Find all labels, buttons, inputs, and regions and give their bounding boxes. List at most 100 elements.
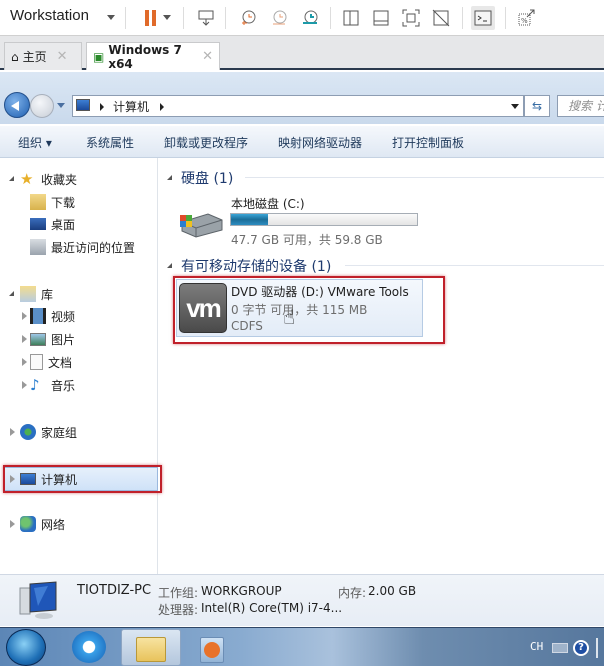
breadcrumb-arrow-icon[interactable] [100,103,104,111]
sidebar-item-recent-places[interactable]: 最近访问的位置 [30,237,135,257]
sidebar-item-favorites[interactable]: ★ 收藏夹 [20,169,77,189]
downloads-folder-icon [30,194,46,210]
workgroup-label: 工作组: [158,586,199,600]
refresh-button[interactable]: ⇆ [524,95,550,117]
computer-name: TIOTDIZ-PC [77,583,152,598]
sidebar-item-downloads[interactable]: 下载 [30,192,75,212]
drive-c-name[interactable]: 本地磁盘 (C:) [231,195,305,212]
sidebar-item-desktop[interactable]: 桌面 [30,214,75,234]
sidebar-item-libraries[interactable]: 库 [20,284,53,304]
uninstall-program-button[interactable]: 卸载或更改程序 [164,134,248,151]
collapse-removable-icon[interactable] [167,263,172,268]
expand-music-icon[interactable] [22,381,27,389]
sidebar-item-computer[interactable]: 计算机 [20,469,77,489]
system-properties-button[interactable]: 系统属性 [86,134,134,151]
processor-label: 处理器: [158,603,199,617]
sidebar-item-pictures[interactable]: 图片 [30,329,75,349]
workstation-menu-caret-icon[interactable] [107,15,115,20]
close-tab-icon[interactable]: ✕ [57,49,68,64]
libraries-icon [20,286,36,302]
group-divider [345,265,604,266]
expand-homegroup-icon[interactable] [10,428,15,436]
group-removable-title[interactable]: 有可移动存储的设备 (1) [181,256,331,276]
back-button[interactable] [4,92,30,118]
search-input[interactable]: 搜索 计 [557,95,604,117]
map-network-drive-button[interactable]: 映射网络驱动器 [278,134,362,151]
memory-label: 内存: [338,586,367,600]
recent-pages-caret-icon[interactable] [57,103,65,108]
sidebar-item-music[interactable]: ♪ 音乐 [30,375,75,395]
drive-c-usage-bar [230,213,418,226]
documents-icon [30,354,43,370]
memory-value: 2.00 GB [368,584,417,598]
forward-button[interactable] [30,94,54,118]
open-control-panel-button[interactable]: 打开控制面板 [392,134,464,151]
expand-computer-icon[interactable] [10,475,15,483]
sidebar-item-homegroup[interactable]: 家庭组 [20,422,77,442]
console-view-icon[interactable] [471,6,495,30]
expand-favorites-icon[interactable] [9,176,14,181]
send-ctrl-alt-del-icon[interactable] [194,6,218,30]
internet-explorer-icon[interactable] [72,631,106,663]
windows-explorer-icon [136,637,166,662]
snapshot-revert-icon[interactable] [267,6,291,30]
help-icon[interactable]: ? [573,640,589,656]
organize-button[interactable]: 组织 ▾ [18,134,52,151]
vm-running-icon: ▣ [93,49,105,64]
processor-value: Intel(R) Core(TM) i7-4... [201,601,343,615]
start-button[interactable] [6,629,46,666]
group-divider [245,177,604,178]
pause-icon[interactable] [138,6,162,30]
unity-icon[interactable] [429,6,453,30]
collapse-hard-disks-icon[interactable] [167,175,172,180]
expand-pictures-icon[interactable] [22,335,27,343]
library-view-icon[interactable] [339,6,363,30]
network-tray-icon[interactable] [596,638,604,658]
video-icon [30,308,46,324]
computer-icon [76,99,90,111]
home-icon: ⌂ [11,49,19,64]
expand-network-icon[interactable] [10,520,15,528]
expand-documents-icon[interactable] [22,358,27,366]
breadcrumb-arrow-icon[interactable] [160,103,164,111]
desktop-icon [30,218,46,230]
hand-cursor-icon: ☝ [283,305,296,329]
tab-home[interactable]: ⌂ 主页 ✕ [4,42,82,70]
snapshot-manager-icon[interactable] [298,6,322,30]
computer-icon [20,473,36,485]
hard-drive-icon [180,213,223,238]
tab-windows-7-x64[interactable]: ▣ Windows 7 x64 ✕ [86,42,220,71]
group-hard-disks-title[interactable]: 硬盘 (1) [181,168,233,188]
breadcrumb-computer[interactable]: 计算机 [113,98,149,115]
sidebar-item-network[interactable]: 网络 [20,514,65,534]
highlight-annotation [173,276,445,344]
power-menu-caret-icon[interactable] [163,15,171,20]
media-player-icon[interactable] [200,637,224,663]
stretch-guest-icon[interactable]: % [514,6,538,30]
keyboard-icon[interactable] [552,643,568,653]
star-icon: ★ [20,170,34,188]
fullscreen-icon[interactable] [399,6,423,30]
homegroup-icon [20,424,36,440]
navigation-pane [0,158,158,574]
music-icon: ♪ [30,376,40,394]
details-pane [0,574,604,626]
input-language-indicator[interactable]: CH [530,640,543,653]
expand-libraries-icon[interactable] [9,291,14,296]
computer-large-icon [19,581,57,619]
sidebar-item-documents[interactable]: 文档 [30,352,72,372]
pictures-icon [30,332,46,346]
drive-c-free-space: 47.7 GB 可用，共 59.8 GB [231,233,383,247]
workstation-menu[interactable]: Workstation [10,7,89,24]
drive-c-usage-fill [231,214,269,225]
thumbnail-bar-icon[interactable] [369,6,393,30]
recent-places-icon [30,239,46,255]
expand-videos-icon[interactable] [22,312,27,320]
sidebar-item-videos[interactable]: 视频 [30,306,75,326]
close-tab-icon[interactable]: ✕ [202,49,213,64]
snapshot-take-icon[interactable] [236,6,260,30]
address-history-caret-icon[interactable] [511,104,519,109]
workgroup-value: WORKGROUP [201,584,282,598]
svg-text:%: % [521,17,528,25]
network-icon [20,516,36,532]
